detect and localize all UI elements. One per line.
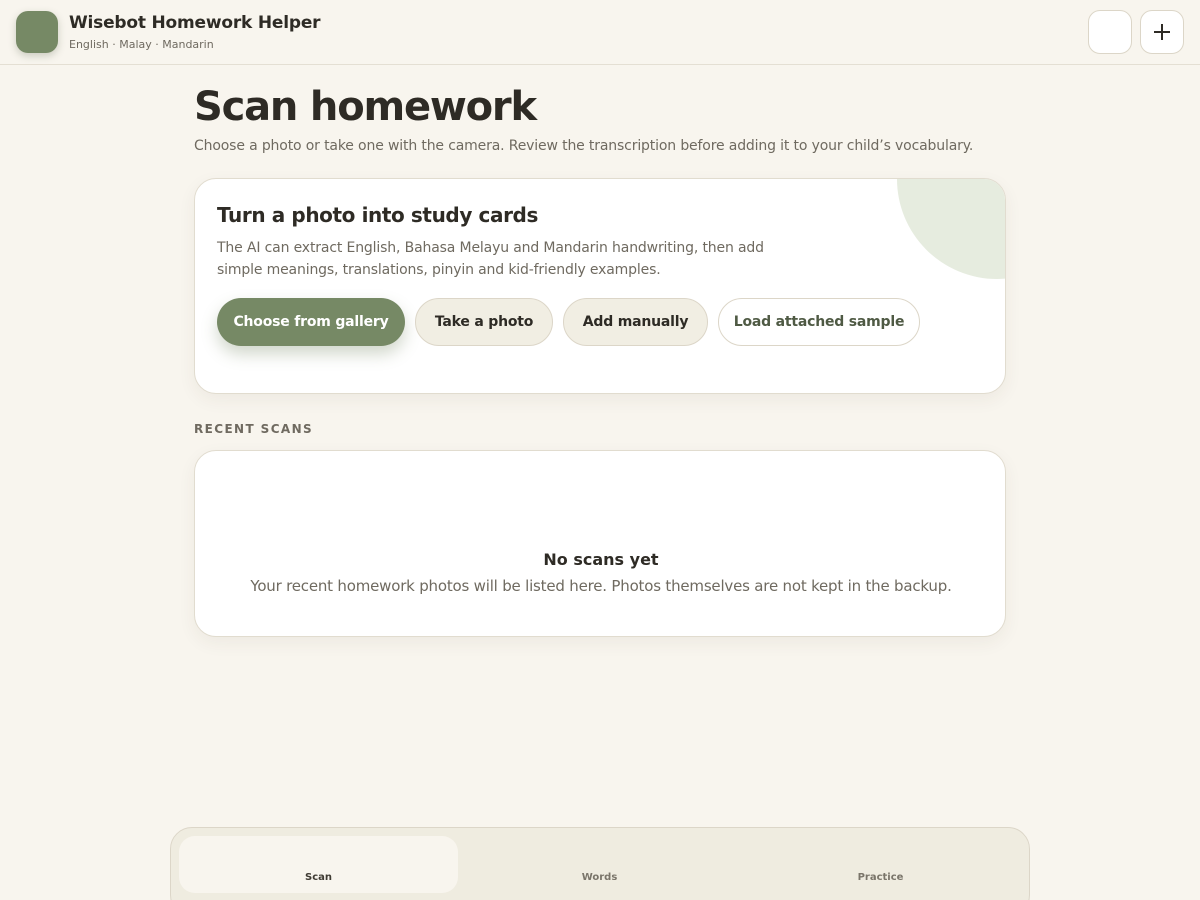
menu-button[interactable]	[1088, 10, 1132, 54]
page-description: Choose a photo or take one with the came…	[194, 138, 974, 154]
take-photo-button[interactable]: Take a photo	[415, 298, 553, 346]
recent-scans-label: RECENT SCANS	[194, 422, 314, 436]
empty-state-title: No scans yet	[543, 550, 659, 569]
hero-description: The AI can extract English, Bahasa Melay…	[217, 240, 764, 278]
tab-practice[interactable]: Practice	[741, 836, 1020, 893]
bottom-nav: Scan Words Practice	[170, 827, 1030, 900]
app-logo-icon	[16, 11, 58, 53]
recent-scans-card: No scans yet Your recent homework photos…	[194, 450, 1006, 637]
app-header: Wisebot Homework Helper English · Malay …	[0, 0, 1200, 65]
plus-icon	[1154, 24, 1170, 40]
scan-hero-card: Turn a photo into study cards The AI can…	[194, 178, 1006, 394]
empty-state-text: Your recent homework photos will be list…	[250, 577, 952, 595]
add-button[interactable]	[1140, 10, 1184, 54]
decorative-circle	[897, 179, 1005, 279]
page-title: Scan homework	[194, 84, 537, 130]
tab-words[interactable]: Words	[460, 836, 739, 893]
choose-from-gallery-button[interactable]: Choose from gallery	[217, 298, 405, 346]
tab-scan[interactable]: Scan	[179, 836, 458, 893]
add-manually-button[interactable]: Add manually	[563, 298, 708, 346]
app-title: Wisebot Homework Helper	[69, 13, 321, 33]
app-subtitle: English · Malay · Mandarin	[69, 38, 214, 51]
hero-title: Turn a photo into study cards	[217, 203, 538, 227]
load-sample-button[interactable]: Load attached sample	[718, 298, 920, 346]
